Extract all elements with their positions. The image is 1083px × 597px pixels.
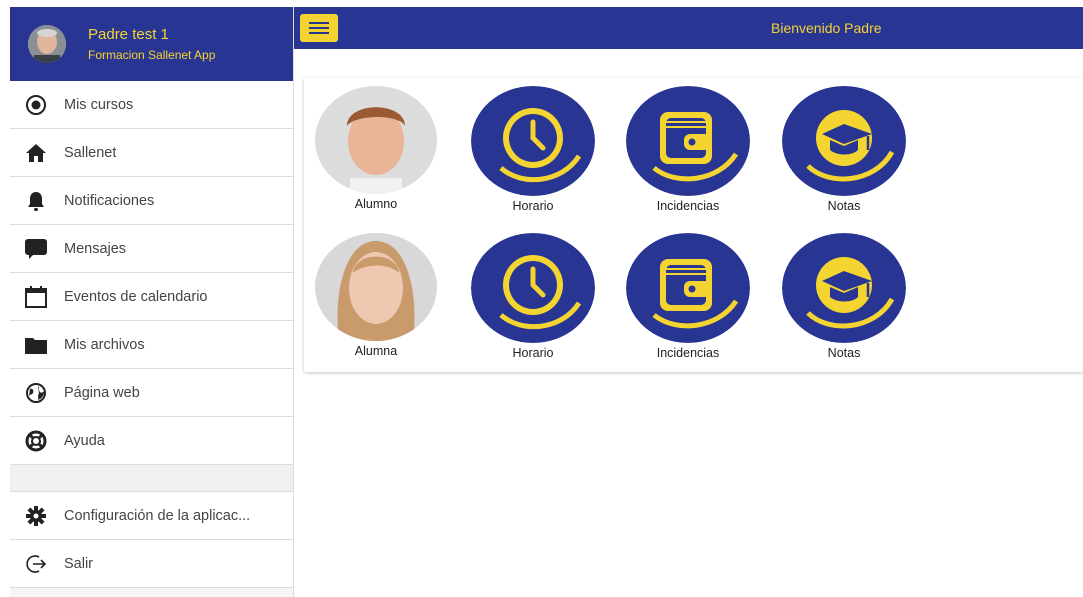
user-name: Padre test 1 [88, 25, 169, 43]
hamburger-icon [309, 22, 329, 24]
wallet-icon [626, 233, 750, 343]
sidebar-item-label: Sallenet [64, 144, 117, 161]
sidebar-item-notificaciones[interactable]: Notificaciones [10, 177, 293, 225]
horario-label: Horario [512, 346, 554, 360]
student-name: Alumno [354, 197, 398, 211]
sidebar-item-label: Salir [64, 555, 94, 572]
clock-icon [471, 86, 595, 196]
sidebar-item-ayuda[interactable]: Ayuda [10, 417, 293, 465]
student-photo [315, 233, 437, 341]
radio-icon [24, 93, 48, 117]
menu-toggle-button[interactable] [300, 14, 338, 42]
student-row: Alumna Horario Incidencias Notas [304, 233, 1083, 373]
student-row: Alumno Horario Incidencias Notas [304, 86, 1083, 226]
folder-icon [24, 333, 48, 357]
student-photo [315, 86, 437, 194]
user-avatar[interactable] [28, 25, 66, 63]
lifebuoy-icon [24, 429, 48, 453]
sidebar-item-label: Mis cursos [64, 96, 134, 113]
sidebar-item-label: Configuración de la aplicac... [64, 507, 251, 524]
top-bar: Bienvenido Padre [294, 7, 1083, 49]
logout-icon [24, 552, 48, 576]
sidebar: Padre test 1 Formacion Sallenet App Mis … [10, 7, 294, 597]
incidencias-tile[interactable]: Incidencias [626, 233, 750, 360]
student-tile-alumna[interactable]: Alumna [314, 233, 438, 358]
incidencias-tile[interactable]: Incidencias [626, 86, 750, 213]
sidebar-item-eventos[interactable]: Eventos de calendario [10, 273, 293, 321]
sidebar-item-archivos[interactable]: Mis archivos [10, 321, 293, 369]
calendar-icon [24, 285, 48, 309]
sidebar-item-label: Ayuda [64, 432, 105, 449]
students-card: Alumno Horario Incidencias Notas Alumna … [304, 78, 1083, 372]
menu-divider [10, 465, 293, 492]
graduation-cap-icon [782, 233, 906, 343]
sidebar-item-mis-cursos[interactable]: Mis cursos [10, 81, 293, 129]
student-tile-alumno[interactable]: Alumno [314, 86, 438, 211]
sidebar-item-sallenet[interactable]: Sallenet [10, 129, 293, 177]
incidencias-label: Incidencias [656, 199, 720, 213]
sidebar-item-pagina-web[interactable]: Página web [10, 369, 293, 417]
notas-tile[interactable]: Notas [782, 233, 906, 360]
sidebar-item-label: Eventos de calendario [64, 288, 208, 305]
sidebar-item-label: Página web [64, 384, 140, 401]
sidebar-item-salir[interactable]: Salir [10, 540, 293, 588]
chat-icon [24, 237, 48, 261]
graduation-cap-icon [782, 86, 906, 196]
clock-icon [471, 233, 595, 343]
sidebar-item-label: Notificaciones [64, 192, 155, 209]
globe-icon [24, 381, 48, 405]
notas-label: Notas [827, 199, 861, 213]
page-title: Bienvenido Padre [771, 20, 882, 36]
sidebar-item-label: Mensajes [64, 240, 127, 257]
user-subtitle: Formacion Sallenet App [88, 47, 216, 62]
gear-icon [24, 504, 48, 528]
user-header: Padre test 1 Formacion Sallenet App [10, 7, 293, 81]
horario-tile[interactable]: Horario [471, 233, 595, 360]
incidencias-label: Incidencias [656, 346, 720, 360]
bell-icon [24, 189, 48, 213]
horario-label: Horario [512, 199, 554, 213]
student-name: Alumna [354, 344, 398, 358]
notas-label: Notas [827, 346, 861, 360]
notas-tile[interactable]: Notas [782, 86, 906, 213]
horario-tile[interactable]: Horario [471, 86, 595, 213]
wallet-icon [626, 86, 750, 196]
home-icon [24, 141, 48, 165]
sidebar-item-configuracion[interactable]: Configuración de la aplicac... [10, 492, 293, 540]
sidebar-item-label: Mis archivos [64, 336, 145, 353]
sidebar-item-mensajes[interactable]: Mensajes [10, 225, 293, 273]
